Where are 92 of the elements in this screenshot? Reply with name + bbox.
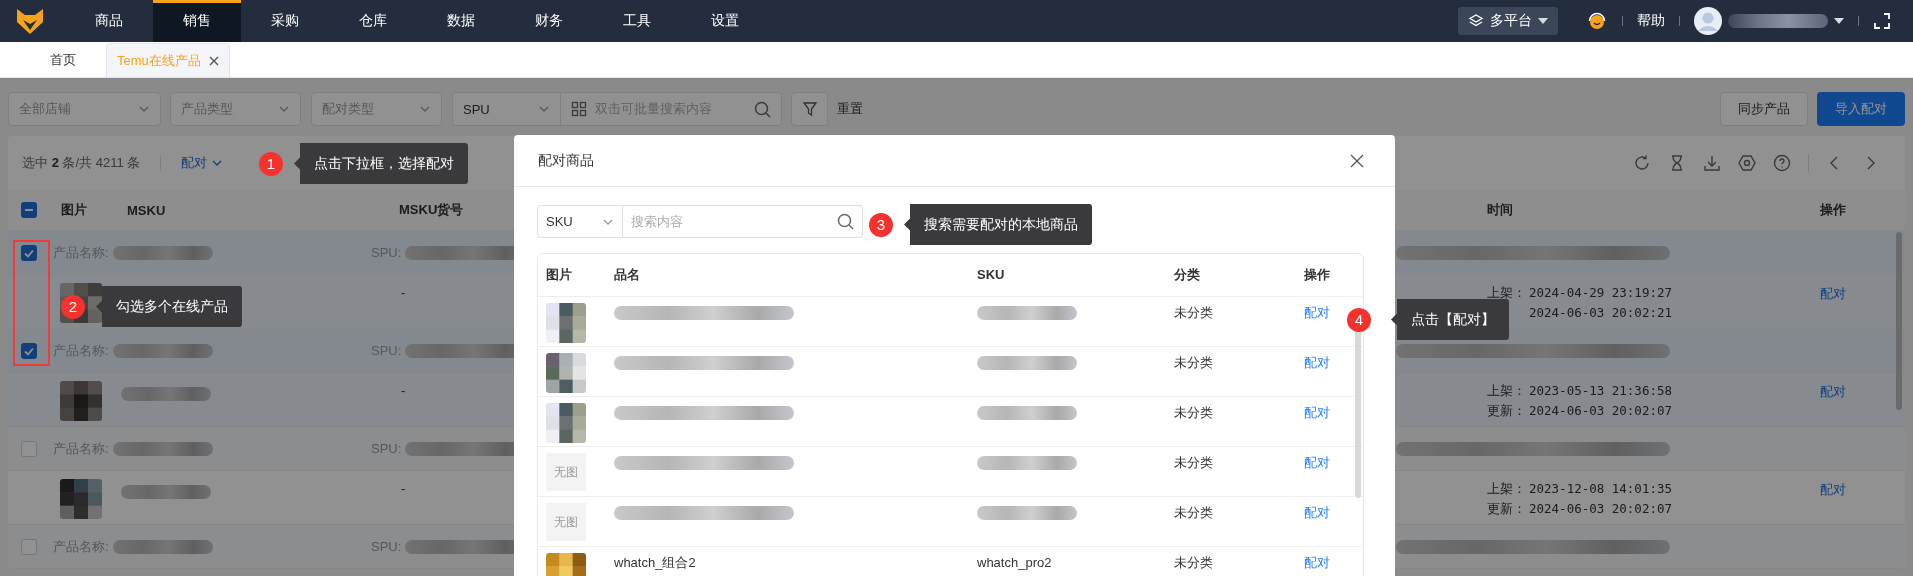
table-cell: - bbox=[401, 285, 406, 300]
pair-link[interactable]: 配对 bbox=[1820, 481, 1905, 499]
no-image-label: 无图 bbox=[554, 514, 578, 531]
tooltip: 点击下拉框，选择配对 bbox=[294, 143, 468, 184]
checkbox[interactable] bbox=[21, 244, 37, 261]
checkbox[interactable] bbox=[21, 202, 37, 218]
close-icon[interactable] bbox=[208, 55, 219, 66]
column-header: 品名 bbox=[614, 267, 640, 282]
download-icon[interactable] bbox=[1703, 154, 1721, 172]
category-text: 未分类 bbox=[1174, 355, 1213, 370]
column-header: 图片 bbox=[61, 202, 87, 217]
menu-item[interactable]: 仓库 bbox=[329, 0, 417, 42]
menu-item[interactable]: 设置 bbox=[681, 0, 769, 42]
time-value: 2024-06-03 20:02:21 bbox=[1529, 304, 1672, 322]
field-select[interactable]: SKU bbox=[537, 205, 623, 238]
pair-link[interactable]: 配对 bbox=[1820, 383, 1905, 401]
time-label: 上架： bbox=[1487, 382, 1527, 400]
reset-link[interactable]: 重置 bbox=[837, 100, 863, 118]
search-icon[interactable] bbox=[754, 100, 771, 118]
pair-link[interactable]: 配对 bbox=[1304, 305, 1330, 320]
time-label: 更新： bbox=[1487, 500, 1527, 518]
time-value: 2024-06-03 20:02:07 bbox=[1529, 500, 1672, 518]
time-label: 上架： bbox=[1487, 284, 1527, 302]
grid-icon bbox=[571, 101, 587, 117]
platform-button[interactable]: 多平台 bbox=[1458, 7, 1558, 35]
caret-icon[interactable] bbox=[1834, 17, 1844, 25]
column-header: 操作 bbox=[1304, 267, 1330, 282]
avatar[interactable] bbox=[1694, 7, 1722, 35]
refresh-icon[interactable] bbox=[1633, 154, 1651, 172]
layers-icon bbox=[1468, 13, 1484, 29]
sync-button[interactable]: 同步产品 bbox=[1720, 92, 1808, 126]
menu-item[interactable]: 财务 bbox=[505, 0, 593, 42]
dialog-title: 配对商品 bbox=[538, 151, 594, 170]
close-icon[interactable] bbox=[1350, 153, 1364, 168]
category-text: 未分类 bbox=[1174, 305, 1213, 320]
field-select[interactable]: SPU bbox=[452, 92, 561, 126]
tooltip: 搜索需要配对的本地商品 bbox=[904, 204, 1092, 245]
column-header: 时间 bbox=[1487, 202, 1513, 217]
help-icon[interactable] bbox=[1773, 154, 1791, 172]
category-text: 未分类 bbox=[1174, 555, 1213, 570]
pair-link[interactable]: 配对 bbox=[1304, 505, 1330, 520]
column-header: SKU bbox=[977, 267, 1005, 282]
time-value: 2024-06-03 20:02:07 bbox=[1529, 402, 1672, 420]
tooltip: 勾选多个在线产品 bbox=[96, 286, 242, 327]
help-link[interactable]: 帮助 bbox=[1637, 12, 1665, 30]
column-header: 分类 bbox=[1174, 267, 1200, 282]
field-label: SPU: bbox=[371, 343, 402, 358]
column-header: 图片 bbox=[546, 267, 572, 282]
filter-button[interactable] bbox=[791, 92, 828, 126]
caret-icon bbox=[1538, 17, 1548, 25]
pair-link[interactable]: 配对 bbox=[1820, 285, 1905, 303]
column-header: 操作 bbox=[1820, 202, 1846, 217]
pair-link[interactable]: 配对 bbox=[1304, 555, 1330, 570]
category-text: 未分类 bbox=[1174, 455, 1213, 470]
menu-item[interactable]: 数据 bbox=[417, 0, 505, 42]
menu-item[interactable]: 采购 bbox=[241, 0, 329, 42]
import-button[interactable]: 导入配对 bbox=[1817, 92, 1905, 126]
fullscreen-icon[interactable] bbox=[1873, 12, 1891, 30]
tooltip: 点击【配对】 bbox=[1391, 299, 1509, 340]
time-value: 2023-12-08 14:01:35 bbox=[1529, 480, 1672, 498]
time-value: 2023-05-13 21:36:58 bbox=[1529, 382, 1672, 400]
selection-count: 选中 2 条/共 4211 条 bbox=[22, 154, 141, 172]
category-text: 未分类 bbox=[1174, 505, 1213, 520]
logo[interactable] bbox=[16, 7, 44, 35]
sku-text: whatch_pro2 bbox=[977, 555, 1052, 570]
column-header: MSKU bbox=[127, 202, 166, 218]
search-field[interactable]: 搜索内容 bbox=[623, 205, 863, 238]
checkbox[interactable] bbox=[21, 342, 37, 359]
pair-link[interactable]: 配对 bbox=[1304, 355, 1330, 370]
headset-icon[interactable] bbox=[1586, 10, 1608, 32]
time-label: 更新： bbox=[1487, 402, 1527, 420]
field-label: SPU: bbox=[371, 245, 402, 260]
bulk-action-dropdown[interactable]: 配对 bbox=[181, 154, 224, 172]
no-image-label: 无图 bbox=[554, 464, 578, 481]
table-cell: - bbox=[401, 383, 406, 398]
shop-select[interactable]: 全部店铺 bbox=[8, 92, 161, 126]
tab[interactable]: 首页 bbox=[20, 43, 106, 77]
product-name: whatch_组合2 bbox=[614, 555, 696, 570]
settings-icon[interactable] bbox=[1738, 154, 1756, 172]
column-header: MSKU货号 bbox=[399, 202, 464, 217]
category-text: 未分类 bbox=[1174, 405, 1213, 420]
filter-icon bbox=[801, 101, 818, 117]
menu-item[interactable]: 商品 bbox=[65, 0, 153, 42]
time-label: 上架： bbox=[1487, 480, 1527, 498]
time-value: 2024-04-29 23:19:27 bbox=[1529, 284, 1672, 302]
pair-link[interactable]: 配对 bbox=[1304, 455, 1330, 470]
pair-link[interactable]: 配对 bbox=[1304, 405, 1330, 420]
menu-item[interactable]: 工具 bbox=[593, 0, 681, 42]
scrollbar[interactable] bbox=[1896, 232, 1902, 410]
table-cell: - bbox=[401, 481, 406, 496]
menu-item[interactable]: 销售 bbox=[153, 0, 241, 42]
search-icon[interactable] bbox=[837, 213, 854, 230]
